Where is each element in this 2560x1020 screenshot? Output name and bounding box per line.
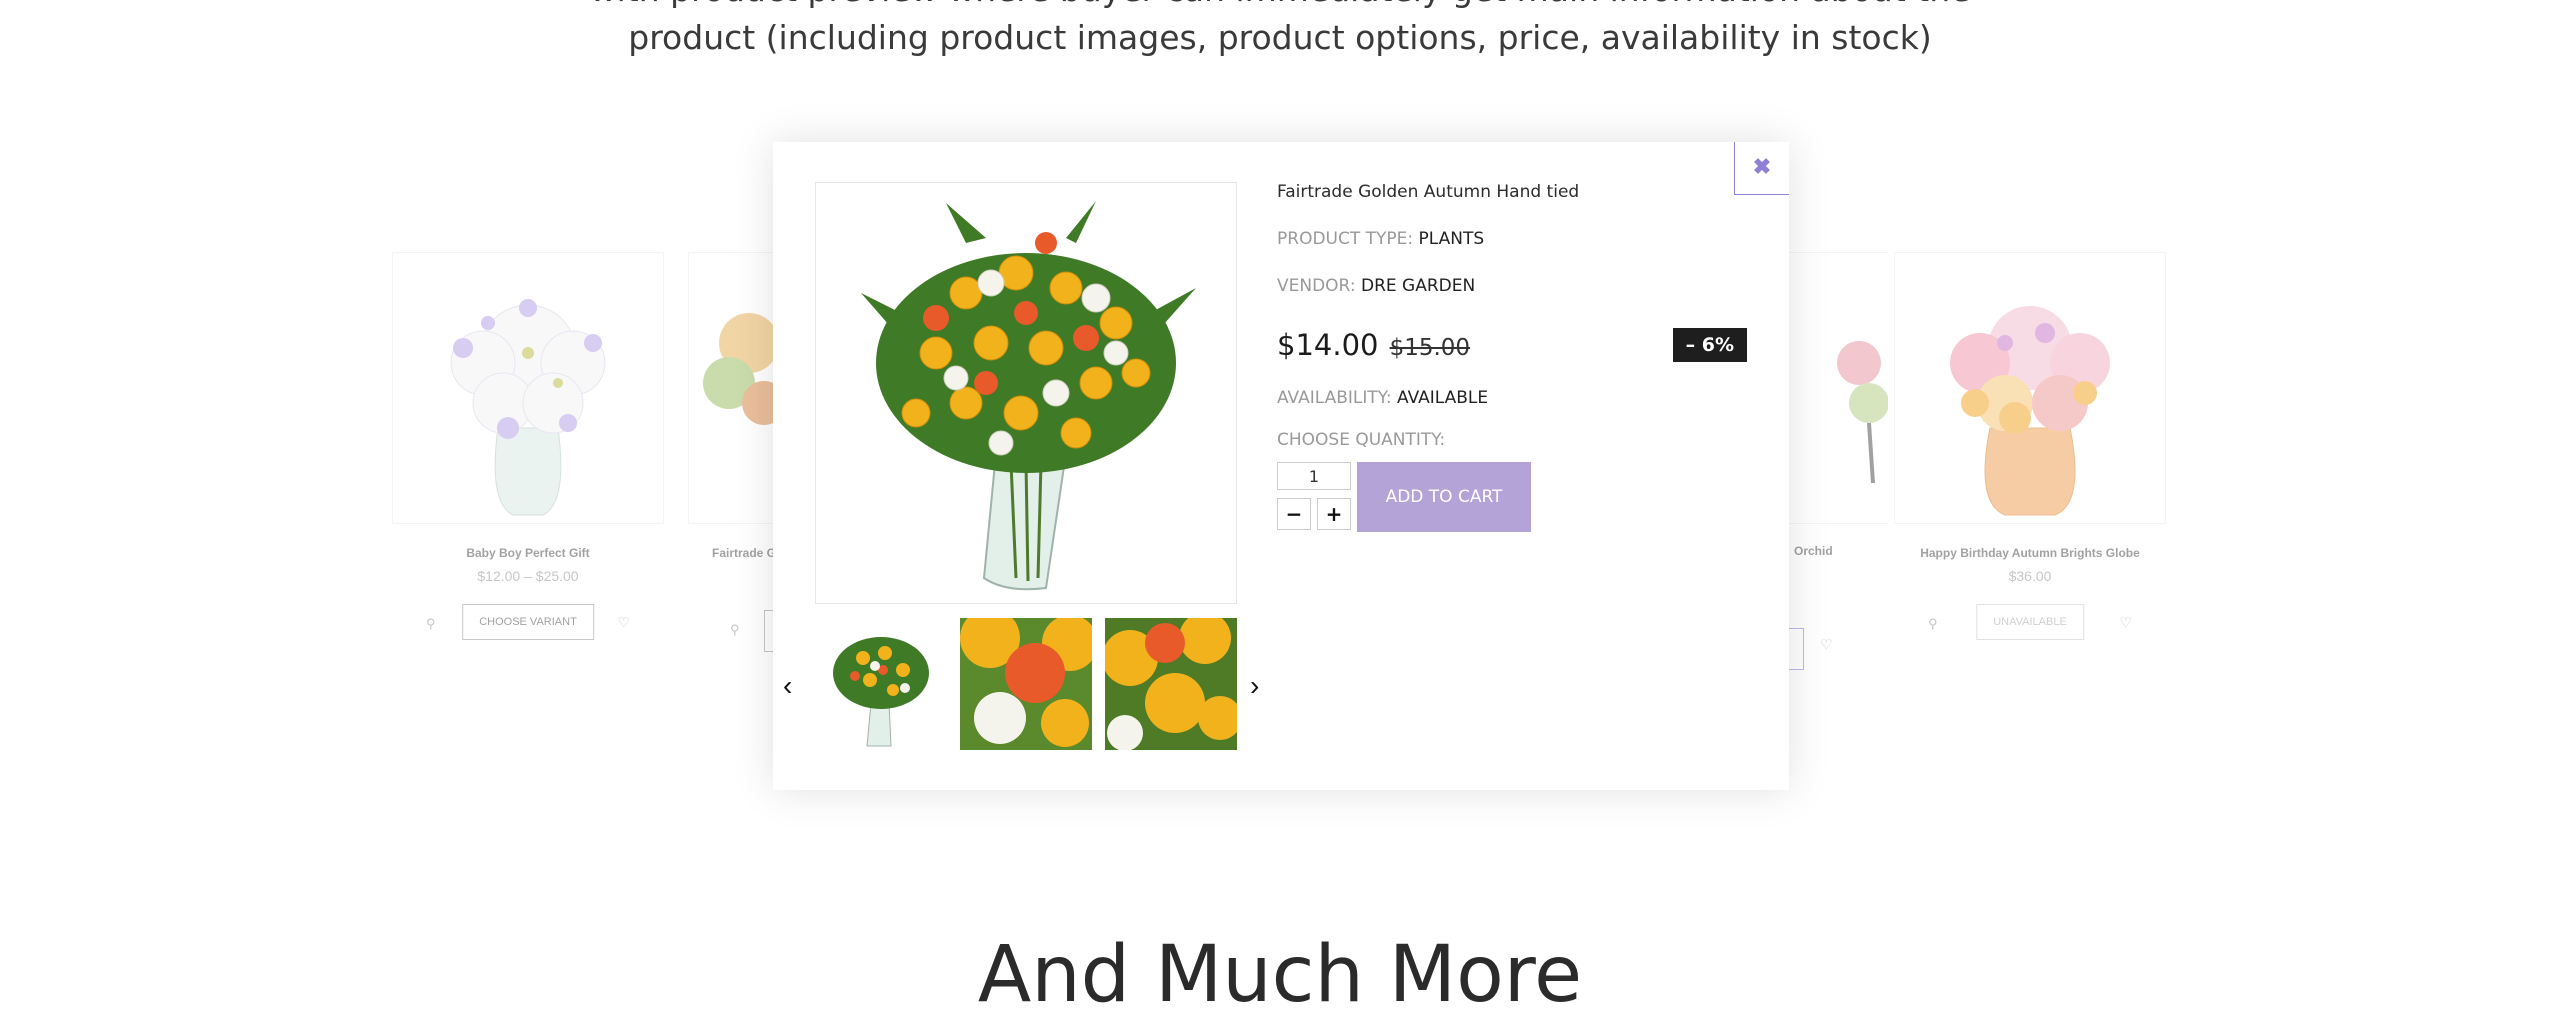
product-name[interactable]: Orchid (1794, 544, 1833, 558)
product-image[interactable] (1894, 252, 2166, 524)
availability: AVAILABILITY: AVAILABLE (1277, 388, 1747, 408)
product-image[interactable] (392, 252, 664, 524)
heart-icon[interactable]: ♡ (1820, 636, 1833, 653)
availability-value: AVAILABLE (1397, 388, 1489, 408)
quantity-row: − + ADD TO CART (1277, 462, 1747, 534)
discount-badge: – 6% (1672, 328, 1747, 362)
intro-line-1: with product preview where buyer can imm… (0, 0, 2560, 14)
product-card-partial: Fairtrade G ⚲ (688, 252, 774, 652)
availability-label: AVAILABILITY: (1277, 388, 1392, 408)
product-card: Baby Boy Perfect Gift $12.00 – $25.00 ⚲ … (392, 252, 664, 644)
product-main-image[interactable] (815, 182, 1237, 604)
quantity-input[interactable] (1277, 462, 1351, 490)
price-row: $14.00 $15.00 – 6% (1277, 328, 1747, 368)
product-image[interactable] (688, 252, 774, 524)
thumbnail-1[interactable] (815, 618, 947, 750)
intro-text: with product preview where buyer can imm… (0, 0, 2560, 62)
product-info: Fairtrade Golden Autumn Hand tied PRODUC… (1277, 182, 1747, 534)
product-card-partial: Orchid ♡ (1788, 252, 1888, 672)
section-heading: And Much More (977, 930, 1583, 1020)
product-card: Happy Birthday Autumn Brights Globe $36.… (1894, 252, 2166, 644)
heart-icon[interactable]: ♡ (617, 614, 630, 631)
product-name[interactable]: Baby Boy Perfect Gift (392, 546, 664, 560)
vendor: VENDOR: DRE GARDEN (1277, 276, 1747, 296)
quick-view-modal: ✖ ‹ › Fairtrade Golden Autumn Hand tied … (773, 142, 1789, 790)
choose-variant-button[interactable]: CHOOSE VARIANT (462, 604, 594, 640)
product-image[interactable] (1788, 252, 1888, 524)
old-price: $15.00 (1389, 335, 1471, 361)
heart-icon[interactable]: ♡ (2119, 614, 2132, 631)
product-name[interactable]: Fairtrade G (712, 546, 774, 560)
product-price: $12.00 – $25.00 (477, 568, 579, 584)
unavailable-button[interactable]: UNAVAILABLE (1976, 604, 2084, 640)
zoom-icon[interactable]: ⚲ (1928, 616, 1938, 632)
product-price: $36.00 (2008, 568, 2052, 584)
thumbnail-3[interactable] (1105, 618, 1237, 750)
vendor-label: VENDOR: (1277, 276, 1356, 296)
add-to-cart-button[interactable]: ADD TO CART (1357, 462, 1531, 532)
product-title: Fairtrade Golden Autumn Hand tied (1277, 182, 1580, 202)
thumbnail-strip (815, 618, 1237, 752)
zoom-icon[interactable]: ⚲ (730, 622, 740, 638)
chevron-right-icon[interactable]: › (1250, 670, 1259, 702)
chevron-left-icon[interactable]: ‹ (783, 670, 792, 702)
product-type: PRODUCT TYPE: PLANTS (1277, 229, 1747, 249)
zoom-icon[interactable]: ⚲ (426, 616, 436, 632)
product-type-label: PRODUCT TYPE: (1277, 229, 1414, 249)
quantity-increase-button[interactable]: + (1317, 498, 1351, 530)
quantity-decrease-button[interactable]: − (1277, 498, 1311, 530)
intro-line-2: product (including product images, produ… (628, 18, 1932, 57)
choose-variant-button[interactable] (1788, 628, 1804, 670)
vendor-value[interactable]: DRE GARDEN (1361, 276, 1475, 296)
product-type-value[interactable]: PLANTS (1419, 229, 1485, 249)
thumbnail-2[interactable] (960, 618, 1092, 750)
product-name[interactable]: Happy Birthday Autumn Brights Globe (1894, 546, 2166, 560)
current-price: $14.00 (1277, 328, 1379, 362)
quantity-label: CHOOSE QUANTITY: (1277, 430, 1446, 450)
